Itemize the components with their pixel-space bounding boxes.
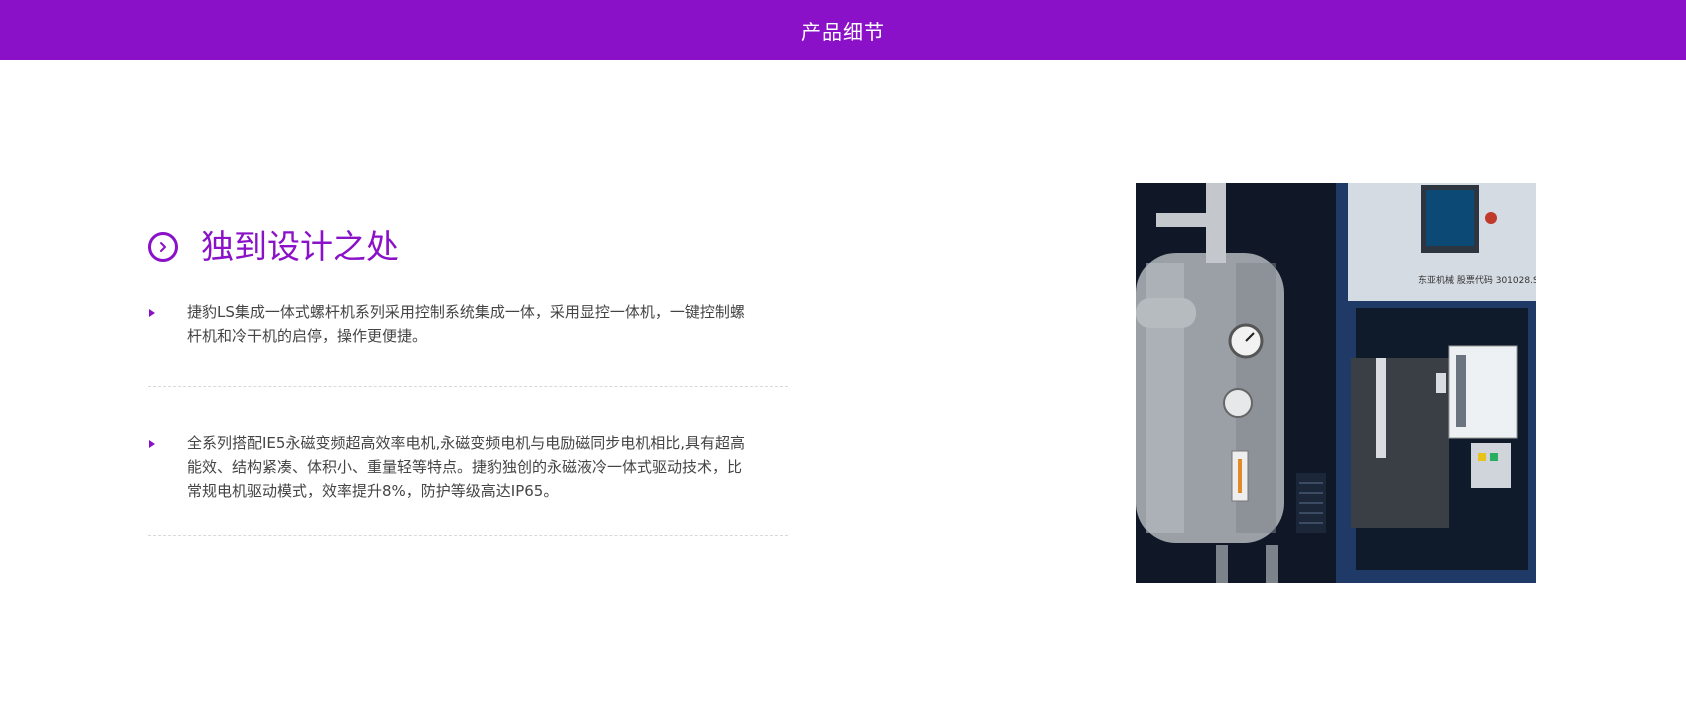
feature-item: 捷豹LS集成一体式螺杆机系列采用控制系统集成一体，采用显控一体机，一键控制螺杆机… (148, 300, 788, 387)
header-bar: 产品细节 (0, 0, 1686, 60)
section-title: 独到设计之处 (201, 227, 399, 266)
feature-text: 全系列搭配IE5永磁变频超高效率电机,永磁变频电机与电励磁同步电机相比,具有超高… (187, 434, 745, 500)
feature-text: 捷豹LS集成一体式螺杆机系列采用控制系统集成一体，采用显控一体机，一键控制螺杆机… (187, 303, 745, 345)
feature-item: 全系列搭配IE5永磁变频超高效率电机,永磁变频电机与电励磁同步电机相比,具有超高… (148, 387, 788, 536)
air-compressor-illustration: 东亚机械 股票代码 301028.SZ (1136, 183, 1536, 583)
chevron-right-circle-icon (148, 232, 178, 262)
triangle-bullet-icon (149, 309, 155, 317)
design-features-section: 独到设计之处 捷豹LS集成一体式螺杆机系列采用控制系统集成一体，采用显控一体机，… (148, 225, 788, 536)
page-title: 产品细节 (801, 19, 885, 44)
machine-label-text: 东亚机械 股票代码 301028.SZ (1418, 274, 1536, 286)
triangle-bullet-icon (149, 440, 155, 448)
product-photo: 东亚机械 股票代码 301028.SZ (1136, 183, 1536, 583)
section-heading-row: 独到设计之处 (148, 225, 788, 269)
